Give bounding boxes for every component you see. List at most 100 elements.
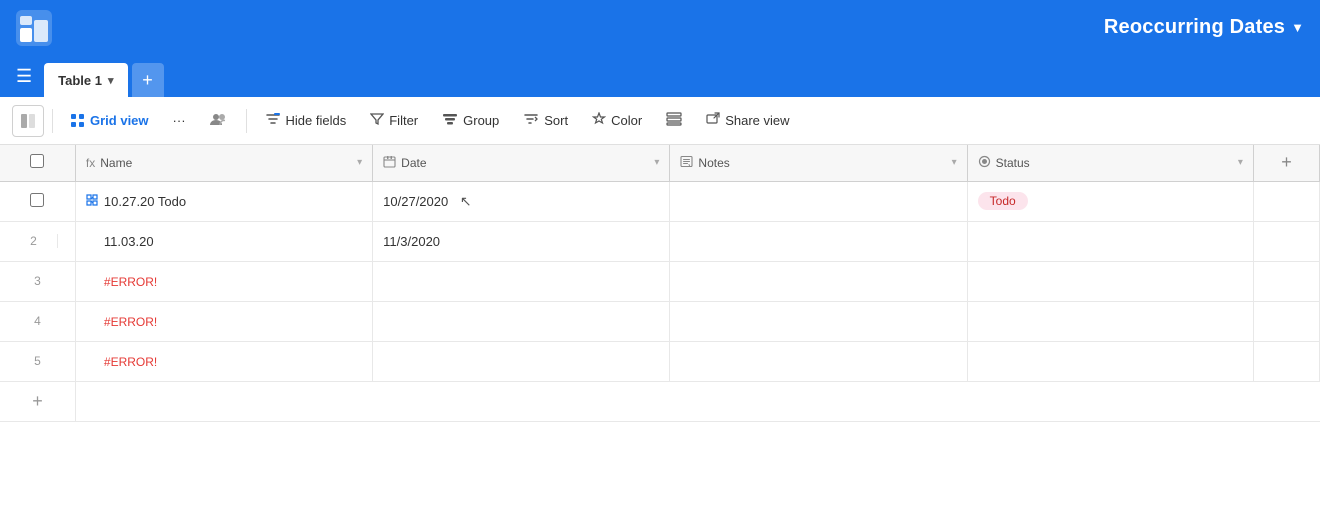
tab-label: Table 1	[58, 73, 102, 88]
row-3-notes-cell[interactable]	[670, 261, 967, 301]
row-1-notes-cell[interactable]	[670, 181, 967, 221]
hide-fields-label: Hide fields	[286, 113, 347, 128]
header-date[interactable]: Date ▾	[373, 145, 670, 181]
status-col-label: Status	[996, 156, 1030, 170]
add-row-icon[interactable]: +	[32, 391, 43, 411]
hide-fields-icon	[265, 112, 281, 129]
header-notes[interactable]: Notes ▾	[670, 145, 967, 181]
tab-dropdown-icon[interactable]: ▾	[108, 74, 114, 87]
row-1-name: 10.27.20 Todo	[104, 194, 186, 209]
table-row: 10.27.20 Todo 10/27/2020 ↖ Todo	[0, 181, 1320, 221]
row-2-extra-cell	[1253, 221, 1319, 261]
header-checkbox-cell	[0, 145, 75, 181]
row-2-date-cell[interactable]: 11/3/2020	[373, 221, 670, 261]
expand-row-1-icon[interactable]	[86, 193, 98, 209]
row-1-status-badge: Todo	[978, 192, 1028, 210]
row-1-status-cell[interactable]: Todo	[967, 181, 1253, 221]
group-icon	[442, 112, 458, 129]
sort-icon	[523, 112, 539, 129]
header-name[interactable]: fx Name ▾	[75, 145, 372, 181]
notes-col-dropdown-icon[interactable]: ▾	[952, 157, 957, 168]
row-5-name-cell[interactable]: #ERROR!	[75, 341, 372, 381]
row-3-status-cell[interactable]	[967, 261, 1253, 301]
add-row-spacer	[75, 381, 1319, 421]
more-options-button[interactable]: ···	[163, 108, 196, 133]
data-table: fx Name ▾	[0, 145, 1320, 422]
sort-button[interactable]: Sort	[513, 107, 578, 134]
name-col-label: Name	[100, 156, 132, 170]
row-4-extra-cell	[1253, 301, 1319, 341]
hamburger-button[interactable]: ☰	[8, 55, 40, 97]
row-2-name-cell[interactable]: 11.03.20	[75, 221, 372, 261]
group-button[interactable]: Group	[432, 107, 509, 134]
app-title: Reoccurring Dates	[1104, 16, 1285, 39]
table-row: 5 #ERROR!	[0, 341, 1320, 381]
name-col-dropdown-icon[interactable]: ▾	[357, 157, 362, 168]
table-row: 4 #ERROR!	[0, 301, 1320, 341]
app-logo	[16, 10, 52, 46]
row-2-notes-cell[interactable]	[670, 221, 967, 261]
row-5-checkbox-cell: 5	[0, 341, 75, 381]
share-view-label: Share view	[725, 113, 789, 128]
row-4-name: #ERROR!	[104, 315, 157, 329]
row-5-date-cell[interactable]	[373, 341, 670, 381]
row-height-icon	[666, 112, 682, 129]
team-icon	[210, 112, 228, 129]
share-view-icon	[706, 112, 720, 129]
status-col-icon	[978, 155, 991, 171]
date-col-dropdown-icon[interactable]: ▾	[654, 157, 659, 168]
row-1-date-cell[interactable]: 10/27/2020 ↖	[373, 181, 670, 221]
row-1-name-cell[interactable]: 10.27.20 Todo	[75, 181, 372, 221]
row-4-checkbox-cell: 4	[0, 301, 75, 341]
row-4-num: 4	[10, 314, 65, 328]
add-column-icon[interactable]: +	[1281, 152, 1292, 173]
row-5-status-cell[interactable]	[967, 341, 1253, 381]
date-col-icon	[383, 155, 396, 171]
toolbar: Grid view ··· Hide fields	[0, 97, 1320, 145]
hide-fields-button[interactable]: Hide fields	[255, 107, 357, 134]
name-col-icon: fx	[86, 156, 95, 170]
grid-view-button[interactable]: Grid view	[61, 108, 159, 133]
notes-col-icon	[680, 155, 693, 171]
row-3-num: 3	[10, 274, 65, 288]
table-tab[interactable]: Table 1 ▾	[44, 63, 127, 97]
row-5-num: 5	[10, 354, 65, 368]
sort-label: Sort	[544, 113, 568, 128]
add-row: +	[0, 381, 1320, 421]
table-header-row: fx Name ▾	[0, 145, 1320, 181]
row-1-checkbox-cell	[0, 181, 75, 221]
team-button[interactable]	[200, 107, 238, 134]
add-column-header[interactable]: +	[1253, 145, 1319, 181]
row-5-extra-cell	[1253, 341, 1319, 381]
add-row-cell[interactable]: +	[0, 381, 75, 421]
filter-button[interactable]: Filter	[360, 107, 428, 134]
row-3-name-cell[interactable]: #ERROR!	[75, 261, 372, 301]
add-table-button[interactable]: +	[132, 63, 164, 97]
share-view-button[interactable]: Share view	[696, 107, 799, 134]
color-button[interactable]: Color	[582, 107, 652, 134]
row-4-status-cell[interactable]	[967, 301, 1253, 341]
select-all-checkbox[interactable]	[30, 154, 44, 168]
row-4-date-cell[interactable]	[373, 301, 670, 341]
row-3-name: #ERROR!	[104, 275, 157, 289]
row-4-notes-cell[interactable]	[670, 301, 967, 341]
row-2-checkbox-cell: 2	[0, 221, 75, 261]
title-dropdown-icon[interactable]: ▼	[1291, 20, 1304, 35]
header-status[interactable]: Status ▾	[967, 145, 1253, 181]
row-2-status-cell[interactable]	[967, 221, 1253, 261]
row-3-date-cell[interactable]	[373, 261, 670, 301]
row-1-checkbox[interactable]	[30, 193, 44, 207]
notes-col-label: Notes	[698, 156, 729, 170]
color-icon	[592, 112, 606, 129]
sidebar-toggle-button[interactable]	[12, 105, 44, 137]
status-col-dropdown-icon[interactable]: ▾	[1238, 157, 1243, 168]
table-row: 2 11.03.20 11/3/2020	[0, 221, 1320, 261]
row-5-notes-cell[interactable]	[670, 341, 967, 381]
row-4-name-cell[interactable]: #ERROR!	[75, 301, 372, 341]
more-options-icon: ···	[173, 113, 186, 128]
toolbar-separator-2	[246, 109, 247, 133]
row-height-button[interactable]	[656, 107, 692, 134]
row-2-date: 11/3/2020	[383, 234, 440, 249]
row-3-extra-cell	[1253, 261, 1319, 301]
grid-view-icon	[71, 114, 85, 128]
